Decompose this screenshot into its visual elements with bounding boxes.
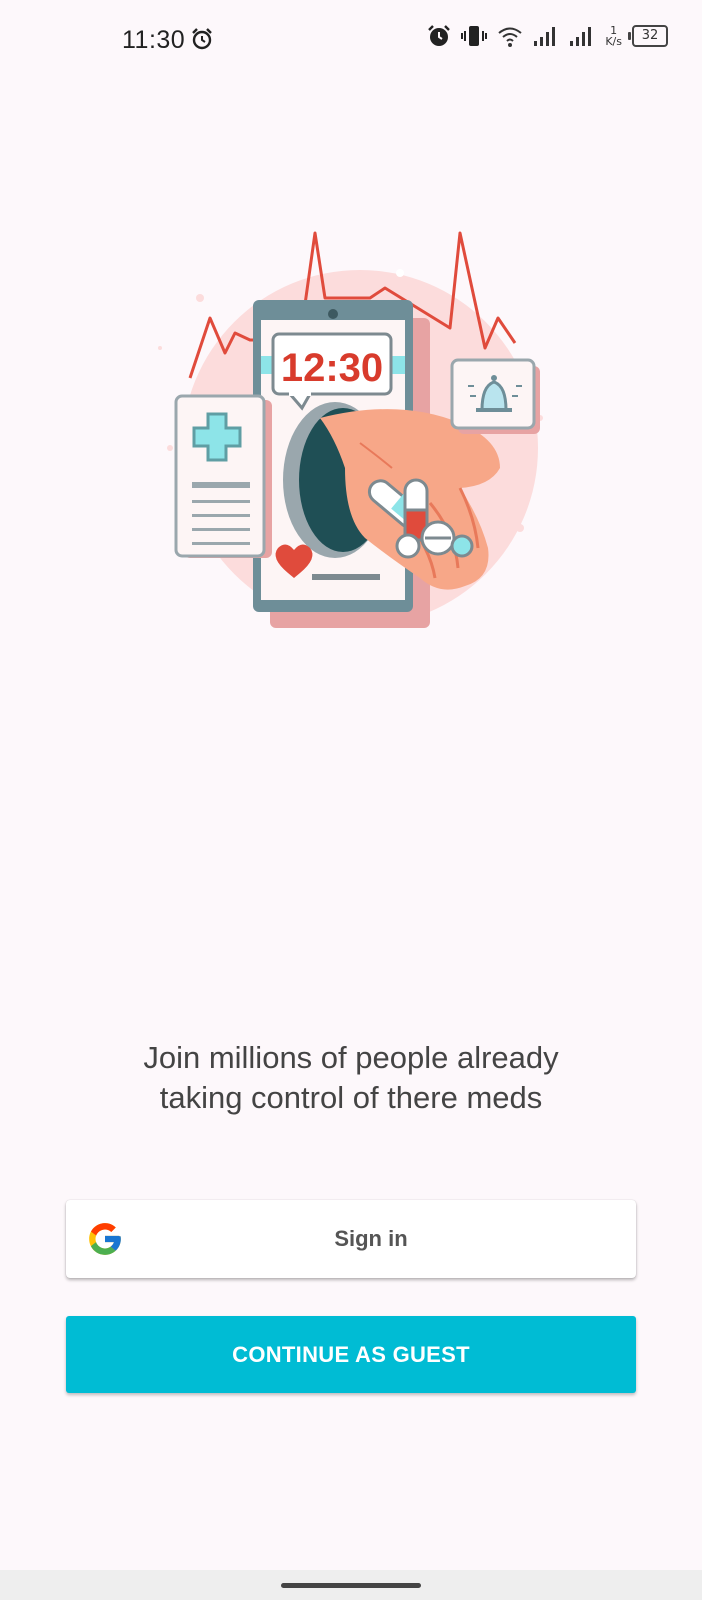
tagline-line-1: Join millions of people already bbox=[143, 1040, 559, 1075]
vibrate-icon bbox=[461, 26, 488, 46]
alarm-icon bbox=[428, 25, 451, 46]
continue-as-guest-button[interactable]: CONTINUE AS GUEST bbox=[66, 1316, 636, 1393]
clock-text: 12:30 bbox=[281, 346, 383, 390]
signal-icon bbox=[534, 27, 556, 46]
sign-in-label: Sign in bbox=[334, 1226, 408, 1251]
tagline-line-2: taking control of there meds bbox=[159, 1080, 543, 1115]
network-speed-unit: K/s bbox=[605, 35, 622, 48]
home-gesture-handle[interactable] bbox=[281, 1583, 421, 1588]
battery-icon: 32 bbox=[628, 25, 668, 47]
alarm-icon bbox=[192, 28, 212, 50]
network-speed: 1 K/s bbox=[605, 25, 622, 47]
google-sign-in-button[interactable]: Sign in bbox=[66, 1200, 636, 1278]
wifi-icon bbox=[498, 27, 522, 47]
navigation-bar bbox=[0, 1570, 702, 1600]
status-icons: 1 K/s 32 bbox=[427, 24, 668, 48]
status-time: 11:30 bbox=[122, 26, 186, 54]
status-bar: 11:30 1 K/s 32 bbox=[0, 0, 702, 80]
signal-icon bbox=[570, 27, 592, 46]
battery-level: 32 bbox=[641, 28, 659, 43]
tagline: Join millions of people already taking c… bbox=[60, 1038, 642, 1118]
medication-reminder-illustration: 12:30 bbox=[158, 231, 543, 628]
